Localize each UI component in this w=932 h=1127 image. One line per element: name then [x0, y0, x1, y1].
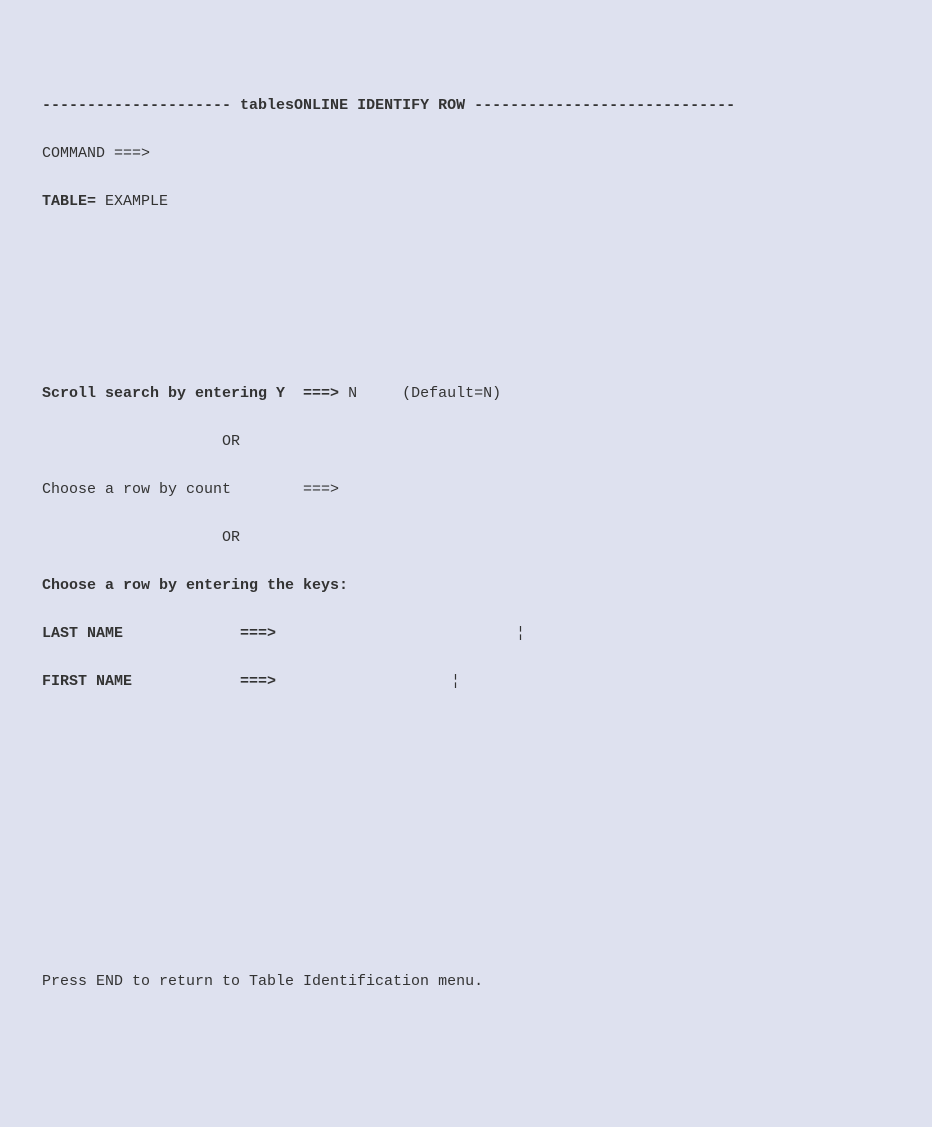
table-row: TABLE= EXAMPLE [42, 190, 890, 214]
screen-title: tablesONLINE IDENTIFY ROW [240, 97, 465, 114]
first-name-input[interactable] [276, 673, 451, 690]
last-name-bar: ¦ [516, 625, 525, 642]
last-name-label: LAST NAME ===> [42, 625, 276, 642]
terminal-screen: --------------------- tablesONLINE IDENT… [0, 68, 932, 1042]
command-input[interactable] [150, 145, 550, 162]
or-separator-1: OR [42, 430, 890, 454]
first-name-label: FIRST NAME ===> [42, 673, 276, 690]
row-by-count-label: Choose a row by count ===> [42, 481, 339, 498]
header-left-dashes: --------------------- [42, 97, 240, 114]
command-row: COMMAND ===> [42, 142, 890, 166]
title-row: --------------------- tablesONLINE IDENT… [42, 94, 890, 118]
or-separator-2: OR [42, 526, 890, 550]
command-label: COMMAND ===> [42, 145, 150, 162]
header-right-dashes: ----------------------------- [465, 97, 735, 114]
scroll-search-input[interactable] [348, 385, 366, 402]
row-by-count-row: Choose a row by count ===> [42, 478, 890, 502]
footer-hint: Press END to return to Table Identificat… [42, 970, 890, 994]
last-name-row: LAST NAME ===> ¦ [42, 622, 890, 646]
first-name-bar: ¦ [451, 673, 460, 690]
table-label: TABLE= [42, 193, 105, 210]
first-name-row: FIRST NAME ===> ¦ [42, 670, 890, 694]
last-name-input[interactable] [276, 625, 516, 642]
table-value: EXAMPLE [105, 193, 168, 210]
scroll-search-default: (Default=N) [402, 385, 501, 402]
scroll-search-label: Scroll search by entering Y ===> [42, 385, 348, 402]
scroll-search-row: Scroll search by entering Y ===> (Defaul… [42, 382, 890, 406]
row-by-count-input[interactable] [339, 481, 439, 498]
